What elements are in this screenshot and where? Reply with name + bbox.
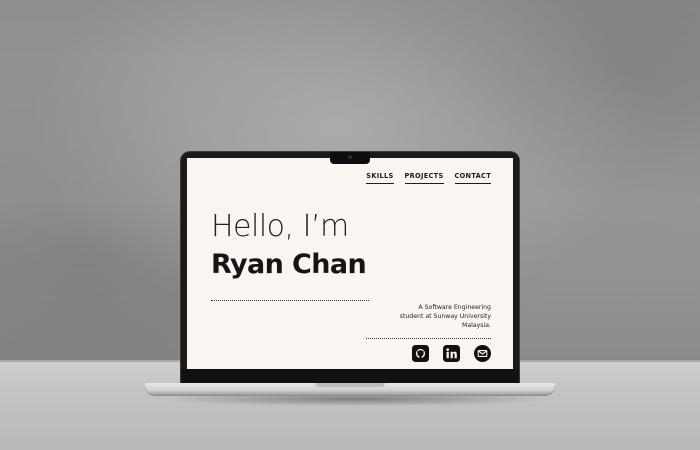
trackpad-notch — [315, 383, 385, 387]
intro-line: A Software Engineering — [418, 304, 491, 311]
camera-notch — [330, 152, 370, 164]
webcam — [348, 155, 352, 159]
hero-name: Ryan Chan — [211, 249, 367, 280]
hero-greeting: Hello, I’m — [211, 209, 349, 244]
nav-link-skills[interactable]: SKILLS — [366, 172, 394, 184]
nav-link-contact[interactable]: CONTACT — [454, 172, 491, 184]
dotted-divider-left — [211, 300, 369, 301]
laptop-lid: SKILLS PROJECTS CONTACT Hello, I’m Ryan … — [181, 152, 519, 384]
github-icon — [412, 345, 429, 362]
linkedin-link[interactable] — [443, 345, 460, 362]
linkedin-icon — [443, 345, 460, 362]
email-link[interactable] — [474, 345, 491, 362]
dotted-divider-right — [366, 338, 491, 339]
top-nav: SKILLS PROJECTS CONTACT — [366, 172, 491, 184]
github-link[interactable] — [412, 345, 429, 362]
mail-icon — [474, 345, 491, 362]
laptop-screen: SKILLS PROJECTS CONTACT Hello, I’m Ryan … — [187, 158, 513, 369]
nav-link-projects[interactable]: PROJECTS — [404, 172, 444, 184]
intro-line: Malaysia. — [461, 322, 491, 329]
intro-line: student at Sunway University — [399, 313, 491, 320]
intro-text: A Software Engineering student at Sunway… — [371, 303, 491, 330]
laptop-base — [145, 383, 555, 395]
screen-bezel-bottom — [181, 369, 519, 384]
social-links — [412, 345, 491, 362]
